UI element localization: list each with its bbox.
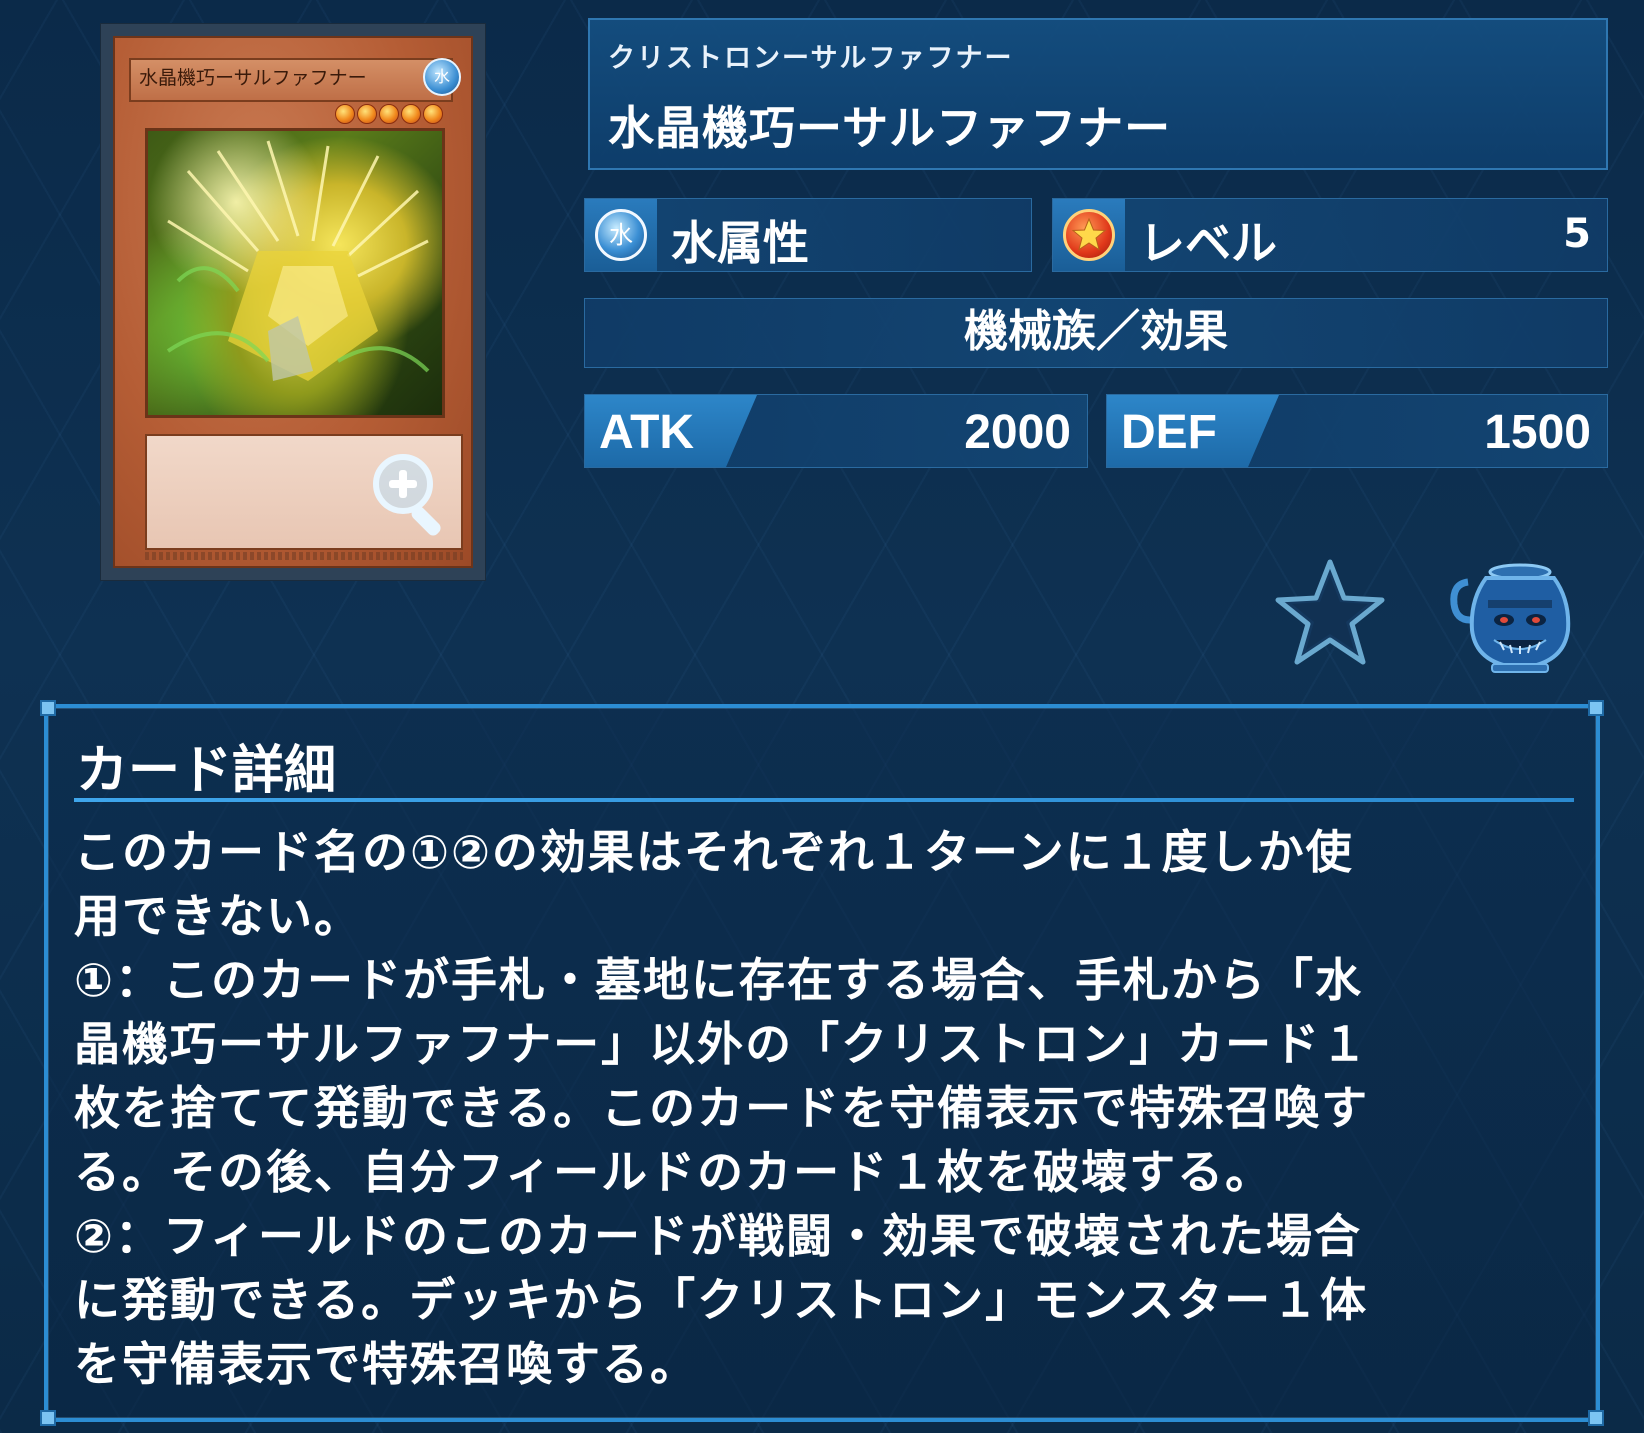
card-frame-name: 水晶機巧ーサルファフナー bbox=[129, 58, 453, 102]
water-attribute-icon: 水 bbox=[585, 199, 657, 271]
level-value: 5 bbox=[1563, 211, 1591, 257]
level-star-icon bbox=[1053, 199, 1125, 271]
card-details-panel[interactable]: カード詳細 このカード名の①②の効果はそれぞれ１ターンに１度しか使 用できない。… bbox=[40, 700, 1604, 1426]
level-star-dot bbox=[335, 104, 355, 124]
card-name: 水晶機巧ーサルファフナー bbox=[608, 101, 1172, 155]
details-divider bbox=[74, 798, 1574, 802]
card-name-ruby: クリストロンーサルファフナー bbox=[608, 43, 1014, 74]
star-icon bbox=[1275, 559, 1385, 665]
atk-label: ATK bbox=[599, 406, 695, 459]
card-frame-level-stars bbox=[335, 104, 443, 124]
card-footer bbox=[145, 552, 463, 560]
attribute-label: 水属性 bbox=[671, 216, 809, 270]
panel-corner bbox=[1588, 1410, 1604, 1426]
details-heading: カード詳細 bbox=[76, 741, 337, 801]
def-label: DEF bbox=[1121, 406, 1217, 459]
panel-corner bbox=[40, 700, 56, 716]
card-image[interactable]: 水晶機巧ーサルファフナー 水 bbox=[101, 24, 485, 580]
card-artwork bbox=[145, 128, 445, 418]
atk-panel: ATK 2000 bbox=[584, 394, 1088, 468]
monster-type: 機械族／効果 bbox=[964, 306, 1228, 357]
def-value: 1500 bbox=[1484, 406, 1591, 459]
level-star-dot bbox=[423, 104, 443, 124]
attribute-panel: 水 水属性 bbox=[584, 198, 1032, 272]
zoom-in-icon[interactable] bbox=[367, 448, 455, 536]
card-effect-text: このカード名の①②の効果はそれぞれ１ターンに１度しか使 用できない。 ①：このカ… bbox=[74, 825, 1370, 1391]
level-star-dot bbox=[357, 104, 377, 124]
level-star-dot bbox=[379, 104, 399, 124]
panel-corner bbox=[1588, 700, 1604, 716]
pot-of-greed-button[interactable] bbox=[1448, 560, 1578, 676]
level-panel: レベル 5 bbox=[1052, 198, 1608, 272]
pot-of-greed-icon bbox=[1450, 563, 1571, 673]
favorite-star-button[interactable] bbox=[1270, 556, 1390, 672]
water-attribute-glyph: 水 bbox=[595, 209, 647, 261]
atk-value: 2000 bbox=[964, 406, 1071, 459]
card-frame: 水晶機巧ーサルファフナー 水 bbox=[113, 36, 473, 568]
panel-corner bbox=[40, 1410, 56, 1426]
level-label: レベル bbox=[1139, 216, 1277, 270]
def-panel: DEF 1500 bbox=[1106, 394, 1608, 468]
card-name-panel: クリストロンーサルファフナー 水晶機巧ーサルファフナー bbox=[588, 18, 1608, 170]
card-artwork-dragon bbox=[166, 140, 430, 381]
type-panel: 機械族／効果 bbox=[584, 298, 1608, 368]
card-frame-attribute-icon: 水 bbox=[423, 58, 461, 96]
level-star-dot bbox=[401, 104, 421, 124]
